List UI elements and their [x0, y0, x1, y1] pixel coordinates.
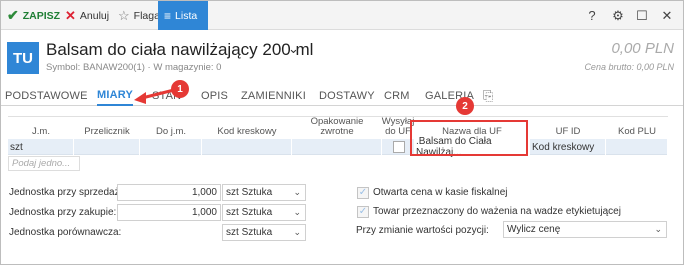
- chevron-down-icon: ⌄: [654, 224, 662, 234]
- zmiana-value: Wylicz cenę: [507, 224, 561, 235]
- separator: ·: [147, 62, 151, 73]
- sprzedaz-unit-short: szt: [226, 187, 239, 198]
- flag-label: Flaga: [133, 9, 160, 22]
- tab-miary[interactable]: MIARY: [97, 85, 134, 106]
- star-icon: ☆: [118, 7, 130, 23]
- cell-do-jm[interactable]: [140, 139, 202, 155]
- sprzedaz-unit-name: Sztuka: [241, 187, 273, 198]
- col-header-kod-kreskowy[interactable]: Kod kreskowy: [202, 117, 292, 138]
- porownawcza-unit-name: Sztuka: [241, 227, 273, 238]
- symbol-text: Symbol: BANAW200(1): [46, 62, 145, 73]
- tab-crm[interactable]: CRM: [384, 85, 410, 106]
- page-title: Balsam do ciała nawilżający 200 ml: [46, 40, 314, 59]
- porownawcza-unit-select[interactable]: szt Sztuka ⌄: [222, 224, 306, 241]
- avatar: TU: [7, 42, 39, 74]
- gross-price: Cena brutto: 0,00 PLN: [584, 62, 674, 72]
- cancel-label: Anuluj: [79, 9, 110, 22]
- cancel-button[interactable]: ✕ Anuluj: [65, 1, 109, 30]
- col-header-wysylaj-line2: do UF: [385, 126, 411, 137]
- chevron-down-icon: ⌄: [293, 207, 301, 217]
- tab-podstawowe[interactable]: PODSTAWOWE: [5, 85, 88, 106]
- close-window-icon: ✕: [661, 7, 673, 23]
- col-header-opakowanie-line2: zwrotne: [320, 126, 354, 137]
- gear-icon: ⚙: [612, 7, 624, 23]
- cell-kod-kreskowy[interactable]: [202, 139, 292, 155]
- annotation-badge-2: 2: [456, 97, 474, 115]
- towar-wazenie-label: Towar przeznaczony do ważenia na wadze e…: [373, 206, 621, 217]
- flag-button[interactable]: ☆ Flaga: [118, 1, 160, 30]
- tab-bar: PODSTAWOWE MIARY STAN OPIS ZAMIENNIKI DO…: [1, 85, 683, 106]
- chevron-down-icon: ⌄: [293, 187, 301, 197]
- porownawcza-unit-short: szt: [226, 227, 239, 238]
- save-button[interactable]: ✔ ZAPISZ: [7, 1, 60, 30]
- cell-kod-plu[interactable]: [606, 139, 668, 155]
- new-row-input[interactable]: Podaj jedno...: [8, 156, 80, 171]
- otwarta-cena-checkbox[interactable]: ✓: [357, 187, 369, 199]
- close-window-button[interactable]: ✕: [657, 1, 677, 30]
- cell-przelicznik[interactable]: [74, 139, 140, 155]
- sprzedaz-unit-select[interactable]: szt Sztuka ⌄: [222, 184, 306, 201]
- porownawcza-label: Jednostka porównawcza:: [9, 227, 122, 238]
- col-header-uf-id[interactable]: UF ID: [530, 117, 606, 138]
- tab-opis[interactable]: OPIS: [201, 85, 228, 106]
- settings-button[interactable]: ⚙: [608, 1, 628, 30]
- help-button[interactable]: ?: [582, 1, 602, 30]
- zakup-unit-short: szt: [226, 207, 239, 218]
- col-header-opakowanie[interactable]: Opakowanie zwrotne: [292, 117, 382, 138]
- product-subinfo: Symbol: BANAW200(1) · W magazynie: 0: [46, 62, 221, 73]
- zakup-label: Jednostka przy zakupie:: [9, 207, 117, 218]
- maximize-icon: ☐: [636, 7, 648, 23]
- tab-dostawy[interactable]: DOSTAWY: [319, 85, 375, 106]
- list-label: Lista: [175, 9, 198, 22]
- col-header-przelicznik[interactable]: Przelicznik: [74, 117, 140, 138]
- zmiana-label: Przy zmianie wartości pozycji:: [356, 225, 489, 236]
- wysylaj-checkbox[interactable]: [393, 141, 405, 153]
- sprzedaz-label: Jednostka przy sprzedaży:: [9, 187, 128, 198]
- annotation-highlight-box: [410, 120, 528, 156]
- col-header-do-jm[interactable]: Do j.m.: [140, 117, 202, 138]
- save-label: ZAPISZ: [22, 9, 61, 22]
- chevron-down-icon: ⌄: [293, 227, 301, 237]
- units-grid: J.m. Przelicznik Do j.m. Kod kreskowy Op…: [8, 116, 668, 172]
- otwarta-cena-label: Otwarta cena w kasie fiskalnej: [373, 187, 508, 198]
- toolbar: ✔ ZAPISZ ✕ Anuluj ☆ Flaga ≡ Lista ? ⚙ ☐ …: [1, 1, 683, 30]
- help-icon: ?: [588, 8, 596, 23]
- zakup-quantity-input[interactable]: 1,000: [117, 204, 221, 221]
- cell-uf-id[interactable]: Kod kreskowy: [530, 139, 606, 155]
- col-header-jm[interactable]: J.m.: [8, 117, 74, 138]
- zakup-unit-name: Sztuka: [241, 207, 273, 218]
- annotation-badge-1: 1: [171, 80, 189, 98]
- sprzedaz-quantity-input[interactable]: 1,000: [117, 184, 221, 201]
- maximize-button[interactable]: ☐: [632, 1, 652, 30]
- towar-wazenie-checkbox[interactable]: ✓: [357, 206, 369, 218]
- attachment-icon[interactable]: ⎘: [483, 85, 494, 106]
- menu-icon: ≡: [164, 8, 172, 23]
- col-header-kod-plu[interactable]: Kod PLU: [606, 117, 668, 138]
- zakup-unit-select[interactable]: szt Sztuka ⌄: [222, 204, 306, 221]
- zmiana-select[interactable]: Wylicz cenę ⌄: [503, 221, 667, 238]
- stock-text: W magazynie: 0: [153, 62, 222, 73]
- list-button[interactable]: ≡ Lista: [158, 1, 208, 30]
- close-icon: ✕: [65, 7, 76, 23]
- chevron-down-icon[interactable]: ⌄: [288, 41, 299, 57]
- net-price: 0,00 PLN: [611, 40, 674, 57]
- cell-opakowanie[interactable]: [292, 139, 382, 155]
- tab-zamienniki[interactable]: ZAMIENNIKI: [241, 85, 306, 106]
- check-icon: ✔: [7, 7, 19, 23]
- cell-jm[interactable]: szt: [8, 139, 74, 155]
